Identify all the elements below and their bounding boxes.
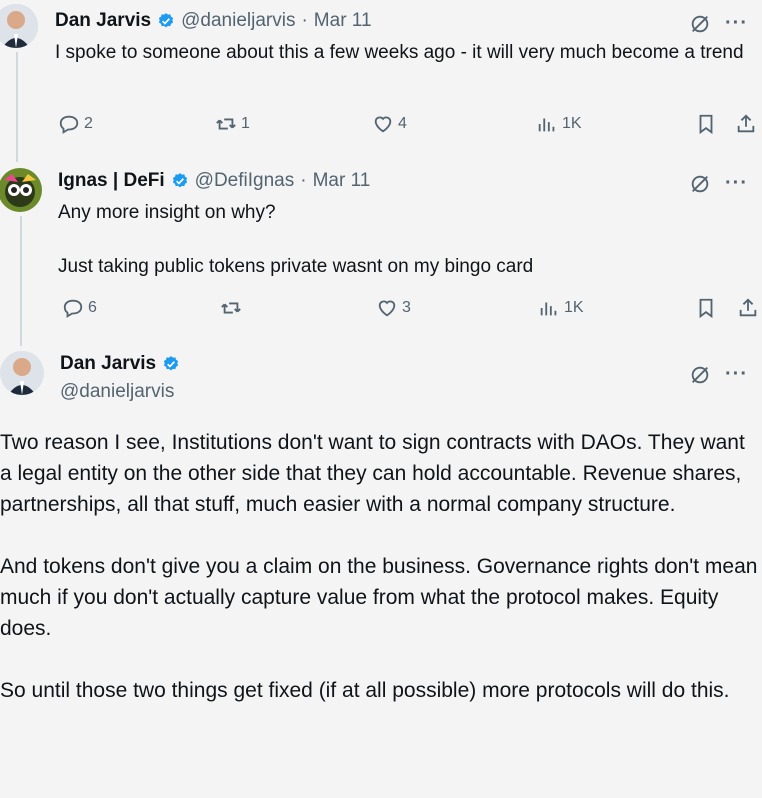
share-button[interactable] (737, 297, 759, 319)
share-button[interactable] (735, 113, 757, 135)
more-icon[interactable]: ··· (725, 12, 748, 35)
reply-icon (59, 115, 79, 134)
reply-icon (63, 299, 83, 318)
repost-icon (216, 118, 236, 130)
paragraph-2: And tokens don't give you a claim on the… (0, 555, 758, 640)
post-date[interactable]: Mar 11 (314, 10, 372, 32)
tweet-text-line-1: Any more insight on why? (58, 202, 276, 223)
repost-count: 1 (241, 115, 250, 132)
views-button[interactable]: 1K (536, 113, 582, 135)
share-icon (739, 298, 757, 317)
separator: · (300, 170, 307, 191)
thread-line (16, 52, 18, 162)
bookmark-icon (699, 298, 713, 319)
grok-icon[interactable] (689, 173, 711, 195)
reply-button[interactable]: 6 (62, 297, 97, 319)
separator: · (301, 10, 308, 31)
views-icon (538, 118, 555, 132)
verified-badge-icon (159, 13, 174, 28)
repost-button[interactable]: 1 (215, 113, 250, 135)
author-name[interactable]: Ignas | DeFi (58, 170, 165, 192)
verified-badge-icon (172, 173, 187, 188)
share-icon (737, 114, 755, 133)
author-name[interactable]: Dan Jarvis (60, 353, 156, 375)
paragraph-1: Two reason I see, Institutions don't wan… (0, 431, 745, 516)
like-button[interactable]: 3 (376, 297, 411, 319)
views-button[interactable]: 1K (538, 297, 584, 319)
like-icon (374, 116, 392, 133)
bookmark-button[interactable] (695, 113, 717, 135)
grok-icon[interactable] (689, 13, 711, 35)
more-icon[interactable]: ··· (725, 363, 748, 386)
tweet-reply-2[interactable]: Ignas | DeFi @DefiIgnas · Mar 11 ··· Any… (0, 160, 762, 346)
grok-icon[interactable] (689, 364, 711, 386)
like-button[interactable]: 4 (372, 113, 407, 135)
bookmark-icon (699, 114, 713, 135)
like-icon (378, 300, 396, 317)
verified-badge-icon (164, 356, 179, 371)
author-name[interactable]: Dan Jarvis (55, 10, 151, 32)
avatar[interactable] (0, 351, 44, 395)
author-handle[interactable]: @DefiIgnas (195, 170, 295, 192)
views-icon (540, 302, 557, 316)
repost-icon (221, 302, 241, 314)
tweet-text: I spoke to someone about this a few week… (55, 42, 744, 63)
avatar[interactable] (0, 168, 42, 212)
main-tweet: Dan Jarvis @danieljarvis ··· Two reason … (0, 345, 762, 798)
tweet-reply-1[interactable]: Dan Jarvis @danieljarvis · Mar 11 ··· I … (0, 0, 762, 162)
views-count: 1K (562, 115, 582, 132)
author-handle[interactable]: @danieljarvis (181, 10, 295, 32)
views-count: 1K (564, 299, 584, 316)
reply-count: 6 (88, 299, 97, 316)
main-tweet-text: Two reason I see, Institutions don't wan… (0, 427, 760, 737)
tweet-text-line-2: Just taking public tokens private wasnt … (58, 256, 534, 277)
paragraph-3: So until those two things get fixed (if … (0, 679, 730, 702)
like-count: 3 (402, 299, 411, 316)
reply-count: 2 (84, 115, 93, 132)
thread-line (20, 216, 22, 346)
more-icon[interactable]: ··· (725, 172, 748, 195)
bookmark-button[interactable] (695, 297, 717, 319)
repost-button[interactable] (220, 297, 246, 319)
like-count: 4 (398, 115, 407, 132)
reply-button[interactable]: 2 (58, 113, 93, 135)
post-date[interactable]: Mar 11 (313, 170, 371, 192)
avatar[interactable] (0, 4, 38, 48)
author-handle[interactable]: @danieljarvis (60, 381, 174, 403)
